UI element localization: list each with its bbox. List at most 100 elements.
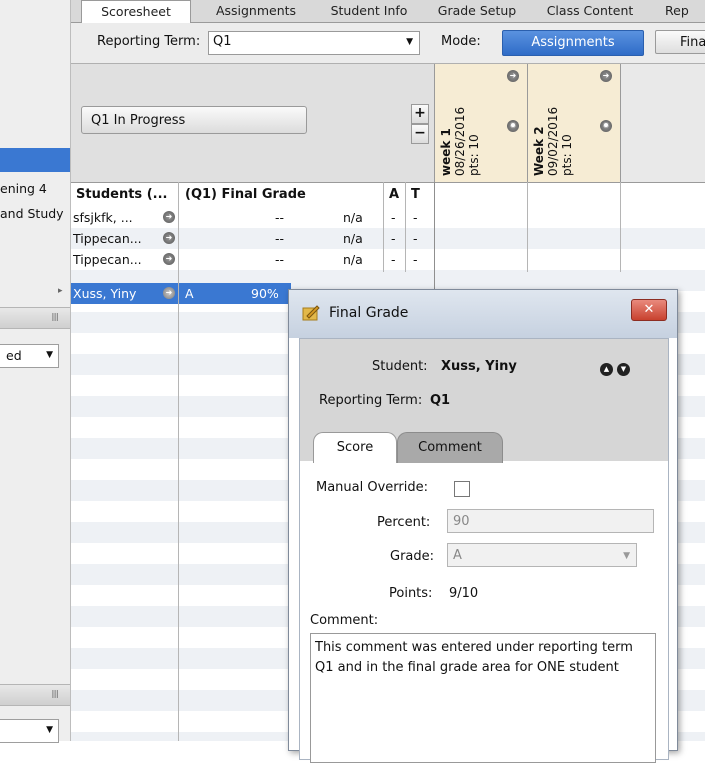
student-name: Tippecan... bbox=[73, 252, 142, 267]
final-percent: n/a bbox=[343, 231, 363, 246]
a-value: - bbox=[391, 231, 396, 246]
a-column-header[interactable]: A bbox=[389, 187, 399, 202]
column-headers: Students (... (Q1) Final Grade A T bbox=[71, 182, 705, 208]
t-value: - bbox=[413, 231, 418, 246]
arrow-right-icon[interactable]: ➜ bbox=[163, 253, 175, 265]
sidebar-splitter[interactable]: III bbox=[0, 307, 70, 329]
mode-assignments-button[interactable]: Assignments bbox=[502, 30, 644, 56]
students-column-header[interactable]: Students (... bbox=[76, 187, 167, 202]
week2-name: Week 2 bbox=[532, 126, 546, 176]
sidebar-splitter-bottom[interactable]: III bbox=[0, 684, 70, 706]
reporting-term-value: Q1 bbox=[213, 34, 232, 49]
sidebar-item-label[interactable]: and Study bbox=[0, 206, 64, 221]
reporting-term-select[interactable]: Q1 ▼ bbox=[208, 31, 420, 55]
tab-reports[interactable]: Rep bbox=[665, 0, 705, 21]
sidebar-item-label[interactable]: ening 4 bbox=[0, 181, 47, 196]
week1-points: pts: 10 bbox=[467, 134, 481, 176]
table-row[interactable]: sfsjkfk, ... ➜ -- n/a - - bbox=[71, 207, 705, 228]
chevron-down-icon: ▼ bbox=[46, 725, 53, 735]
final-percent: n/a bbox=[343, 252, 363, 267]
tab-score[interactable]: Score bbox=[313, 432, 397, 463]
t-value: - bbox=[413, 210, 418, 225]
student-name: Tippecan... bbox=[73, 231, 142, 246]
student-label: Student: bbox=[372, 359, 428, 374]
table-row[interactable]: Tippecan... ➜ -- n/a - - bbox=[71, 249, 705, 270]
arrow-right-icon[interactable]: ➜ bbox=[600, 70, 612, 82]
dialog-header: Student: Xuss, Yiny ▲ ▼ Reporting Term: … bbox=[300, 339, 668, 463]
tab-class-content[interactable]: Class Content bbox=[535, 0, 645, 21]
column-divider bbox=[405, 182, 406, 272]
tab-assignments[interactable]: Assignments bbox=[201, 0, 311, 21]
mode-label: Mode: bbox=[441, 34, 481, 49]
t-column-header[interactable]: T bbox=[411, 187, 420, 202]
chevron-down-icon: ▼ bbox=[46, 350, 53, 360]
tab-student-info[interactable]: Student Info bbox=[319, 0, 419, 21]
arrow-right-icon[interactable]: ➜ bbox=[163, 232, 175, 244]
grip-icon: III bbox=[51, 688, 59, 701]
tab-comment[interactable]: Comment bbox=[397, 432, 503, 463]
grade-label: Grade: bbox=[390, 549, 435, 564]
previous-student-icon[interactable]: ▲ bbox=[600, 363, 613, 376]
points-value: 9/10 bbox=[449, 586, 479, 601]
comment-textarea[interactable]: This comment was entered under reporting… bbox=[310, 633, 656, 763]
week1-column-header[interactable]: ➜ ✹ week 1 08/26/2016 pts: 10 bbox=[434, 64, 527, 182]
sidebar-dropdown-bottom[interactable]: ▼ bbox=[0, 719, 59, 743]
grip-icon: III bbox=[51, 311, 59, 324]
close-button[interactable]: ✕ bbox=[631, 299, 667, 321]
week2-date: 09/02/2016 bbox=[546, 106, 560, 176]
reporting-term-value: Q1 bbox=[430, 393, 451, 408]
arrow-right-icon[interactable]: ➜ bbox=[507, 70, 519, 82]
settings-icon[interactable]: ✹ bbox=[507, 120, 519, 132]
table-row[interactable]: Tippecan... ➜ -- n/a - - bbox=[71, 228, 705, 249]
final-grade: A bbox=[185, 286, 194, 301]
chevron-down-icon: ▼ bbox=[623, 551, 630, 561]
sidebar-dropdown-value: ed bbox=[6, 348, 22, 363]
settings-icon[interactable]: ✹ bbox=[600, 120, 612, 132]
points-label: Points: bbox=[389, 586, 433, 601]
column-divider bbox=[383, 182, 384, 272]
manual-override-checkbox[interactable] bbox=[454, 481, 470, 497]
grade-value: A bbox=[453, 548, 462, 563]
reporting-term-label: Reporting Term: bbox=[97, 34, 201, 49]
percent-field[interactable]: 90 bbox=[447, 509, 654, 533]
a-value: - bbox=[391, 252, 396, 267]
final-grade-dialog: Final Grade ✕ Student: Xuss, Yiny ▲ ▼ Re… bbox=[288, 289, 678, 763]
a-value: - bbox=[391, 210, 396, 225]
week1-name: week 1 bbox=[439, 128, 453, 176]
grid-header-filler bbox=[620, 64, 705, 182]
expand-arrow-icon[interactable]: ▸ bbox=[58, 286, 63, 296]
grade-select[interactable]: A ▼ bbox=[447, 543, 637, 567]
comment-label: Comment: bbox=[310, 613, 379, 628]
final-grade: -- bbox=[275, 231, 285, 246]
sidebar-dropdown[interactable]: ed ▼ bbox=[0, 344, 59, 368]
week2-points: pts: 10 bbox=[560, 134, 574, 176]
expand-plus-button[interactable]: + bbox=[411, 104, 429, 124]
final-grade: -- bbox=[275, 252, 285, 267]
mode-final-button[interactable]: Fina bbox=[655, 30, 705, 54]
final-percent: n/a bbox=[343, 210, 363, 225]
sidebar-selected-item[interactable] bbox=[0, 148, 70, 172]
collapse-minus-button[interactable]: − bbox=[411, 124, 429, 144]
week1-date: 08/26/2016 bbox=[453, 106, 467, 176]
pencil-icon bbox=[302, 305, 320, 321]
dialog-body: Student: Xuss, Yiny ▲ ▼ Reporting Term: … bbox=[299, 338, 669, 763]
toolbar: Reporting Term: Q1 ▼ Mode: Assignments F… bbox=[71, 23, 705, 64]
table-row-selected[interactable]: Xuss, Yiny ➜ A 90% bbox=[71, 283, 291, 304]
q1-in-progress-button[interactable]: Q1 In Progress bbox=[81, 106, 307, 134]
student-name: sfsjkfk, ... bbox=[73, 210, 133, 225]
column-divider bbox=[620, 182, 621, 272]
tab-scoresheet[interactable]: Scoresheet bbox=[81, 0, 191, 23]
student-value: Xuss, Yiny bbox=[441, 359, 517, 374]
dialog-title: Final Grade bbox=[329, 305, 409, 321]
next-student-icon[interactable]: ▼ bbox=[617, 363, 630, 376]
tab-grade-setup[interactable]: Grade Setup bbox=[427, 0, 527, 21]
percent-label: Percent: bbox=[377, 515, 431, 530]
arrow-right-icon[interactable]: ➜ bbox=[163, 211, 175, 223]
dialog-titlebar[interactable]: Final Grade ✕ bbox=[289, 290, 677, 338]
final-grade-column-header[interactable]: (Q1) Final Grade bbox=[185, 187, 306, 202]
reporting-term-label: Reporting Term: bbox=[319, 393, 423, 408]
arrow-right-icon[interactable]: ➜ bbox=[163, 287, 175, 299]
grid-header: Q1 In Progress + − bbox=[71, 64, 435, 182]
chevron-down-icon: ▼ bbox=[406, 37, 413, 47]
week2-column-header[interactable]: ➜ ✹ Week 2 09/02/2016 pts: 10 bbox=[527, 64, 620, 182]
